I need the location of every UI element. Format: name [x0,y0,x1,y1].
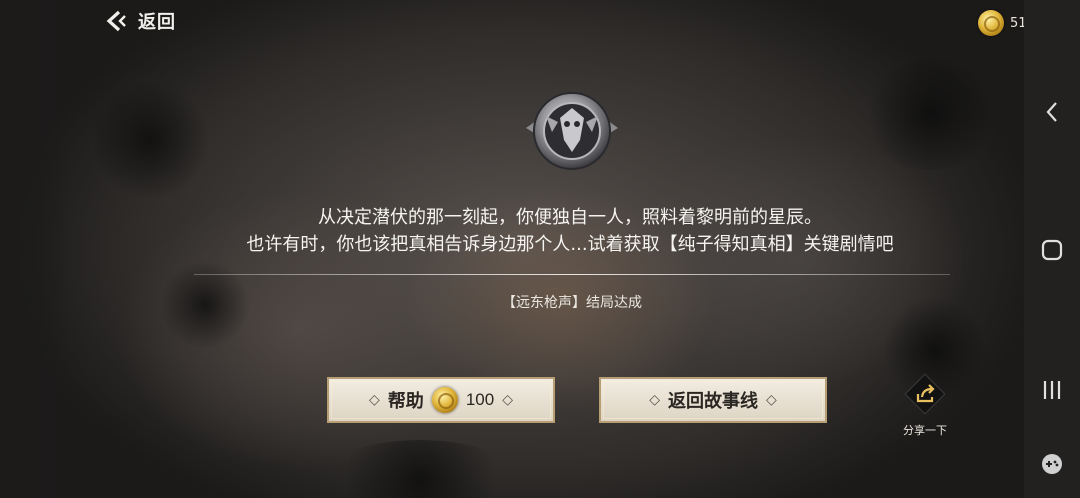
diamond-icon: ◇ [502,392,513,408]
share-icon [904,373,946,415]
message-line-1: 从决定潜伏的那一刻起，你便独自一人，照料着黎明前的星辰。 [318,207,822,228]
nav-recents-icon [1043,381,1061,399]
divider [194,274,950,275]
gamepad-button[interactable] [1036,448,1068,480]
diamond-icon: ◇ [369,392,380,408]
nav-recents-button[interactable] [1036,374,1068,406]
diamond-icon: ◇ [766,392,777,408]
story-message: 从决定潜伏的那一刻起，你便独自一人，照料着黎明前的星辰。 也许有时，你也该把真相… [150,204,990,258]
system-nav-bar [1024,0,1080,498]
coin-icon [978,10,1004,36]
nav-back-icon [1046,102,1057,122]
coin-icon [431,387,458,413]
help-button[interactable]: ◇ 帮助 100 ◇ [327,377,555,423]
help-cost: 100 [465,390,495,409]
return-storyline-label: 返回故事线 [668,391,758,412]
nav-home-button[interactable] [1036,234,1068,266]
help-label: 帮助 [387,391,424,412]
back-label: 返回 [138,12,176,33]
share-button[interactable]: 分享一下 [898,372,952,438]
back-chevron-icon [106,10,126,32]
gamepad-icon [1042,454,1062,474]
nav-back-button[interactable] [1036,96,1068,128]
diamond-icon: ◇ [649,392,660,408]
share-label: 分享一下 [903,424,947,437]
back-button[interactable]: 返回 [106,8,176,34]
nav-home-icon [1041,239,1063,261]
ending-achieved-text: 【远东枪声】结局达成 [502,295,642,311]
return-storyline-button[interactable]: ◇ 返回故事线 ◇ [599,377,827,423]
message-line-2: 也许有时，你也该把真相告诉身边那个人...试着获取【纯子得知真相】关键剧情吧 [246,234,894,255]
emblem-icon [526,92,618,170]
